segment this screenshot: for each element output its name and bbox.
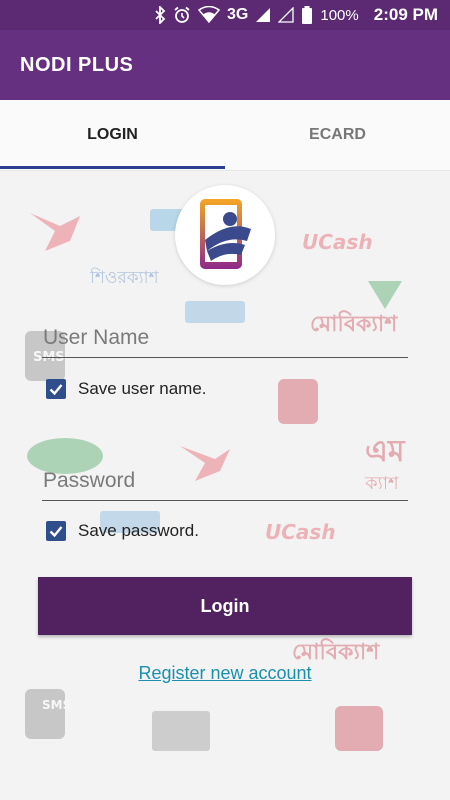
active-tab-indicator xyxy=(0,166,225,169)
bluetooth-icon xyxy=(155,6,166,24)
register-link[interactable]: Register new account xyxy=(0,663,450,684)
save-password-row[interactable]: Save password. xyxy=(46,521,199,541)
watermark-mobicash-top: মোবিক্যাশ xyxy=(310,310,398,337)
alarm-icon xyxy=(174,6,190,23)
signal-empty-icon xyxy=(278,7,295,23)
check-icon xyxy=(49,526,63,538)
save-username-row[interactable]: Save user name. xyxy=(46,379,207,399)
tab-bar: LOGIN ECARD xyxy=(0,100,450,171)
save-password-label: Save password. xyxy=(78,521,199,540)
save-password-checkbox[interactable] xyxy=(46,521,66,541)
watermark-ucash-top: UCash xyxy=(302,230,373,254)
bird-logo-icon xyxy=(30,213,80,251)
money-icon xyxy=(185,301,245,323)
username-underline xyxy=(42,357,408,358)
network-type: 3G xyxy=(227,6,249,23)
battery-icon xyxy=(302,6,313,24)
watermark-mobicash-bottom: মোবিক্যাশ xyxy=(292,638,380,665)
sms-phone-icon-2 xyxy=(25,689,65,739)
phone-hand-icon xyxy=(278,379,318,424)
watermark-sms-bottom: SMS xyxy=(42,698,71,712)
app-logo xyxy=(175,185,275,285)
status-bar: 3G 100% 2:09 PM xyxy=(0,0,450,30)
login-button[interactable]: Login xyxy=(38,577,412,635)
app-logo-icon xyxy=(200,199,251,269)
app-bar: NODI PLUS xyxy=(0,30,450,100)
watermark-surecash: শিওরক্যাশ xyxy=(89,267,160,288)
bird-logo-icon-2 xyxy=(180,446,230,481)
watermark-ucash-mid: UCash xyxy=(265,520,336,544)
signal-icon xyxy=(256,8,271,22)
battery-percent: 100% xyxy=(320,6,359,24)
phone-hand-icon-2 xyxy=(335,706,383,751)
tab-login[interactable]: LOGIN xyxy=(0,100,225,170)
check-icon xyxy=(49,384,63,396)
password-underline xyxy=(42,500,408,501)
triangle-logo-icon xyxy=(368,281,402,309)
tab-ecard[interactable]: ECARD xyxy=(225,100,450,170)
card-icon-2 xyxy=(152,711,210,751)
clock: 2:09 PM xyxy=(373,5,438,24)
app-title: NODI PLUS xyxy=(20,54,134,76)
watermark-cash: ক্যাশ xyxy=(364,473,399,494)
save-username-label: Save user name. xyxy=(78,379,207,398)
watermark-em: এম xyxy=(365,434,406,469)
username-input[interactable]: User Name xyxy=(43,326,149,350)
save-username-checkbox[interactable] xyxy=(46,379,66,399)
wifi-icon xyxy=(198,6,221,24)
status-icons: 3G 100% 2:09 PM xyxy=(154,0,438,30)
password-input[interactable]: Password xyxy=(43,469,135,493)
